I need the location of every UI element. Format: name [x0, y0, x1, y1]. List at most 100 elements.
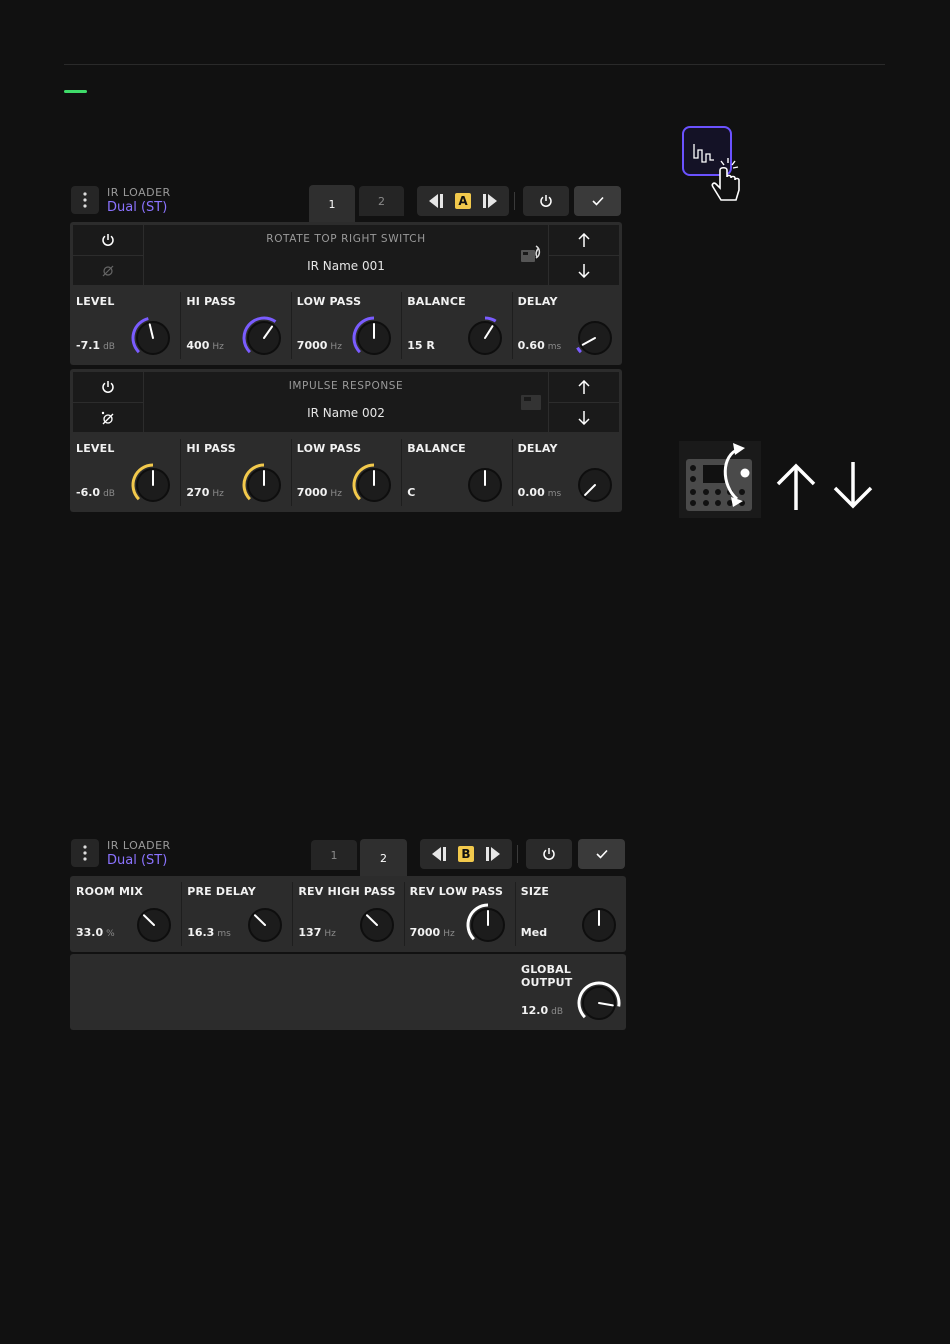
ir-2-balance-knob-cell: BALANCE C — [401, 433, 511, 512]
preset-badge: B — [458, 846, 474, 862]
reverb-size-knob[interactable] — [576, 902, 622, 948]
ir-2-low-pass-knob-cell: LOW PASS 7000 Hz — [291, 433, 401, 512]
ir-1-level-value: -7.1 dB — [76, 339, 115, 352]
ir-1-low-pass-label: LOW PASS — [296, 295, 362, 308]
knob-divider — [401, 292, 403, 359]
knob-divider — [290, 439, 292, 506]
ir-2-phase[interactable] — [72, 402, 144, 433]
preset-selector: A — [417, 186, 509, 216]
bypass-button[interactable] — [526, 839, 572, 869]
plugin-mode: Dual (ST) — [107, 200, 168, 215]
confirm-button[interactable] — [578, 839, 625, 869]
ir-2-name: IR Name 002 — [307, 406, 385, 420]
tab-2[interactable]: 2 — [359, 186, 404, 216]
ir-loader-screen-1: IR LOADER Dual (ST) 1 2 A ROTATE TOP RIG… — [70, 185, 622, 515]
ir-1-panel: ROTATE TOP RIGHT SWITCH IR Name 001 LEVE… — [70, 222, 622, 365]
reverb-rev-high-pass-value: 137 Hz — [298, 926, 336, 939]
separator — [514, 192, 515, 210]
ir-1-balance-knob-arc — [484, 316, 497, 323]
menu-button[interactable] — [71, 839, 99, 867]
bypass-button[interactable] — [523, 186, 569, 216]
prev-preset-icon[interactable] — [432, 847, 448, 861]
knob-divider — [290, 292, 292, 359]
ir-2-level-label: LEVEL — [76, 442, 115, 455]
ir-1-level-knob[interactable] — [130, 315, 176, 361]
knob-divider — [180, 439, 182, 506]
confirm-button[interactable] — [574, 186, 621, 216]
plugin-mode: Dual (ST) — [107, 853, 168, 868]
next-preset-icon[interactable] — [481, 194, 497, 208]
arrow-up-icon — [776, 463, 816, 510]
ir-2-display[interactable]: IMPULSE RESPONSE IR Name 002 — [143, 371, 549, 433]
ir-1-display[interactable]: ROTATE TOP RIGHT SWITCH IR Name 001 — [143, 224, 549, 286]
ir-1-hi-pass-label: HI PASS — [186, 295, 236, 308]
ir-2-hi-pass-label: HI PASS — [186, 442, 236, 455]
knob-divider — [511, 439, 513, 506]
ir-2-balance-label: BALANCE — [407, 442, 466, 455]
ir-2-low-pass-knob[interactable] — [351, 462, 397, 508]
ir-1-power[interactable] — [72, 224, 144, 256]
top-divider — [64, 64, 885, 65]
reverb-room-mix-knob[interactable] — [131, 902, 177, 948]
ir-2-label: IMPULSE RESPONSE — [288, 380, 404, 392]
ir-2-balance-knob[interactable] — [462, 462, 508, 508]
ir-2-low-pass-label: LOW PASS — [296, 442, 362, 455]
reverb-pre-delay-value: 16.3 ms — [187, 926, 231, 939]
ir-1-low-pass-value: 7000 Hz — [296, 339, 342, 352]
ir-1-balance-knob[interactable] — [462, 315, 508, 361]
reverb-rev-low-pass-knob[interactable] — [465, 902, 511, 948]
tab-2[interactable]: 2 — [360, 839, 407, 877]
knob-divider — [292, 882, 294, 946]
global-output-cell: GLOBAL OUTPUT 12.0 dB — [515, 954, 626, 1030]
knob-divider — [181, 882, 183, 946]
plugin-title: IR LOADER — [107, 839, 171, 852]
ir-1-hi-pass-knob-cell: HI PASS 400 Hz — [180, 286, 290, 365]
preset-badge: A — [455, 193, 471, 209]
reverb-size-knob-cell: SIZE Med — [515, 876, 626, 952]
ir-2-level-knob-cell: LEVEL -6.0 dB — [70, 433, 180, 512]
power-icon — [540, 195, 552, 207]
next-preset-icon[interactable] — [484, 847, 500, 861]
device-rotate-icon — [521, 245, 541, 262]
ir-1-balance-value: 15 R — [407, 339, 435, 352]
ir-2-level-knob[interactable] — [130, 462, 176, 508]
reverb-size-label: SIZE — [520, 885, 550, 898]
ir-1-hi-pass-knob[interactable] — [241, 315, 287, 361]
reverb-pre-delay-label: PRE DELAY — [187, 885, 256, 898]
tab-1[interactable]: 1 — [309, 185, 355, 223]
ir-1-knob-row: LEVEL -7.1 dB HI PASS 400 Hz LOW PASS 7000 Hz BAL… — [70, 286, 622, 365]
ir-2-hi-pass-knob[interactable] — [241, 462, 287, 508]
preset-selector: B — [420, 839, 512, 869]
prev-preset-icon[interactable] — [429, 194, 445, 208]
ir-1-next[interactable] — [548, 224, 620, 256]
ir-2-next[interactable] — [548, 371, 620, 403]
menu-button[interactable] — [71, 186, 99, 214]
ir-1-phase[interactable] — [72, 255, 144, 286]
ir-1-hi-pass-value: 400 Hz — [186, 339, 224, 352]
power-icon — [102, 234, 114, 246]
ir-1-low-pass-knob[interactable] — [351, 315, 397, 361]
check-icon — [591, 196, 604, 206]
ir-1-delay-knob[interactable] — [572, 315, 618, 361]
phase-invert-icon — [102, 265, 114, 276]
global-output-knob-cell: GLOBAL OUTPUT 12.0 dB — [515, 954, 626, 1030]
tab-1[interactable]: 1 — [311, 840, 357, 870]
device-icon — [521, 395, 541, 410]
knob-divider — [180, 292, 182, 359]
reverb-pre-delay-knob-cell: PRE DELAY 16.3 ms — [181, 876, 292, 952]
ir-2-prev[interactable] — [548, 402, 620, 433]
global-output-knob[interactable] — [576, 980, 622, 1026]
ir-2-power[interactable] — [72, 371, 144, 403]
ir-2-delay-knob[interactable] — [572, 462, 618, 508]
ir-2-low-pass-value: 7000 Hz — [296, 486, 342, 499]
reverb-pre-delay-knob[interactable] — [242, 902, 288, 948]
arrow-down-icon — [578, 410, 590, 425]
reverb-rev-high-pass-knob-cell: REV HIGH PASS 137 Hz — [292, 876, 403, 952]
reverb-rev-low-pass-value: 7000 Hz — [409, 926, 455, 939]
output-panel: GLOBAL OUTPUT 12.0 dB — [70, 954, 626, 1030]
reverb-room-mix-knob-cell: ROOM MIX 33.0% — [70, 876, 181, 952]
ir-1-delay-value: 0.60 ms — [517, 339, 562, 352]
knob-divider — [514, 882, 516, 946]
reverb-rev-high-pass-knob[interactable] — [354, 902, 400, 948]
ir-1-prev[interactable] — [548, 255, 620, 286]
